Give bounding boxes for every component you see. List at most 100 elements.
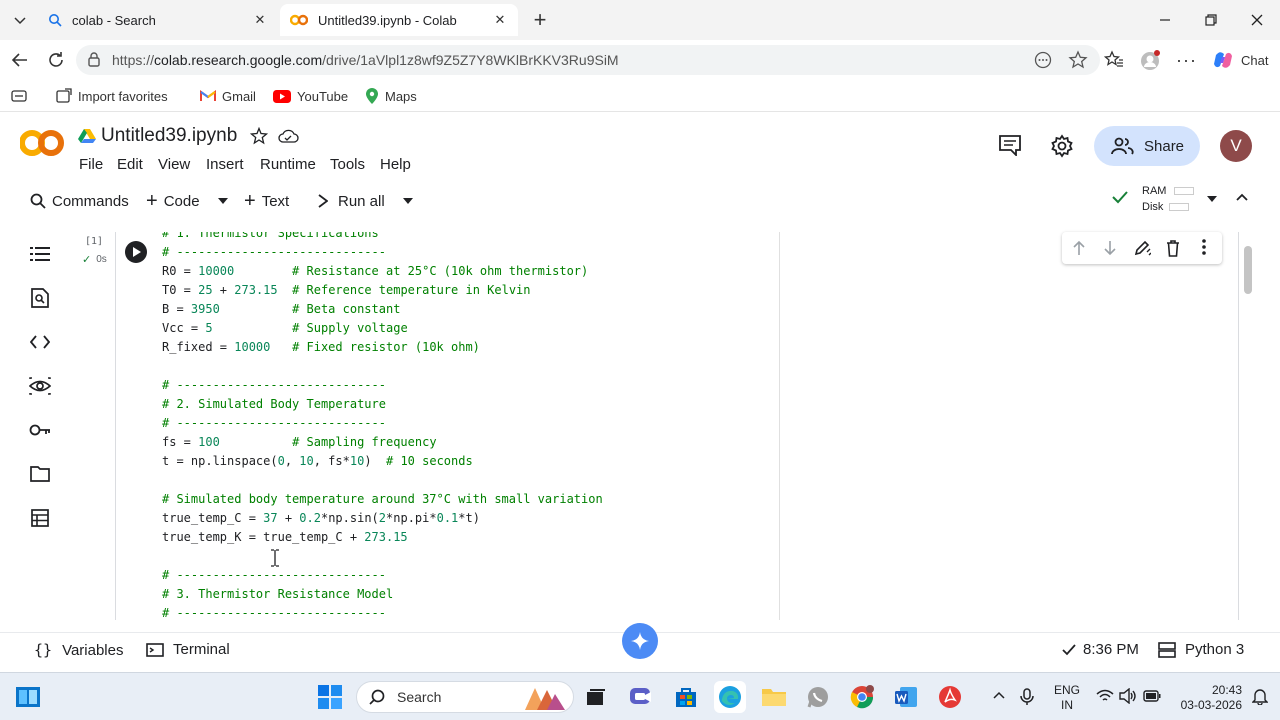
profile-avatar-icon[interactable] — [1140, 49, 1162, 71]
terminal-button[interactable]: Terminal — [146, 641, 230, 658]
last-run-status[interactable]: 8:36 PM — [1062, 641, 1139, 658]
run-all-button[interactable]: Run all — [318, 190, 413, 212]
code-line[interactable]: # 3. Thermistor Resistance Model — [162, 585, 603, 604]
gemini-sparkle-icon[interactable] — [622, 623, 658, 659]
code-cell[interactable]: # 1. Thermistor Specifications # --------… — [115, 232, 1239, 620]
kernel-selector[interactable]: Python 3 — [1158, 641, 1244, 658]
files-folder-icon[interactable] — [26, 460, 54, 488]
close-tab-icon[interactable]: ✕ — [252, 12, 268, 28]
secrets-key-icon[interactable] — [26, 416, 54, 444]
settings-gear-icon[interactable] — [1050, 134, 1074, 158]
chrome-icon[interactable] — [846, 681, 878, 713]
code-snippets-icon[interactable] — [26, 328, 54, 356]
microsoft-store-icon[interactable] — [670, 681, 702, 713]
widgets-icon[interactable] — [12, 681, 44, 713]
code-line[interactable]: # 2. Simulated Body Temperature — [162, 395, 603, 414]
menu-insert[interactable]: Insert — [206, 156, 244, 173]
new-tab-plus-icon[interactable]: + — [528, 7, 552, 32]
chevron-down-icon[interactable] — [402, 198, 413, 204]
code-line[interactable]: T0 = 25 + 273.15 # Reference temperature… — [162, 281, 603, 300]
delete-cell-trash-icon[interactable] — [1166, 239, 1180, 257]
site-info-icon[interactable] — [86, 52, 102, 68]
code-line[interactable]: R_fixed = 10000 # Fixed resistor (10k oh… — [162, 338, 603, 357]
code-line[interactable]: # 1. Thermistor Specifications — [162, 232, 603, 243]
back-arrow-icon[interactable] — [10, 50, 30, 70]
menu-edit[interactable]: Edit — [117, 156, 143, 173]
code-line[interactable]: # ----------------------------- — [162, 376, 603, 395]
variables-button[interactable]: {} Variables — [34, 641, 123, 659]
close-tab-icon[interactable]: ✕ — [492, 12, 508, 28]
menu-view[interactable]: View — [158, 156, 190, 173]
find-replace-icon[interactable] — [26, 284, 54, 312]
code-line[interactable]: Vcc = 5 # Supply voltage — [162, 319, 603, 338]
code-editor[interactable]: # 1. Thermistor Specifications # --------… — [162, 232, 603, 620]
system-tray-chevron-icon[interactable] — [993, 691, 1005, 699]
share-button[interactable]: Share — [1094, 126, 1200, 166]
menu-file[interactable]: File — [79, 156, 103, 173]
menu-tools[interactable]: Tools — [330, 156, 365, 173]
microphone-icon[interactable] — [1020, 688, 1034, 706]
input-language-indicator[interactable]: ENG IN — [1054, 683, 1080, 713]
code-line[interactable]: t = np.linspace(0, 10, fs*10) # 10 secon… — [162, 452, 603, 471]
edge-browser-icon[interactable] — [714, 681, 746, 713]
code-line[interactable]: # ----------------------------- — [162, 243, 603, 262]
collapse-header-chevron-icon[interactable] — [1236, 193, 1248, 201]
file-explorer-icon[interactable] — [758, 681, 790, 713]
tab-colab-search[interactable]: colab - Search ✕ — [38, 4, 278, 36]
restore-icon[interactable] — [1188, 0, 1234, 40]
sidebar-toggle-icon[interactable] — [11, 89, 27, 103]
address-bar[interactable]: https://colab.research.google.com/drive/… — [76, 45, 1100, 75]
code-line[interactable] — [162, 471, 603, 490]
acrobat-pdf-icon[interactable] — [934, 681, 966, 713]
resources-indicator[interactable]: RAM Disk — [1142, 183, 1195, 215]
favorite-maps[interactable]: Maps — [365, 86, 417, 106]
wifi-icon[interactable] — [1096, 689, 1114, 703]
menu-runtime[interactable]: Runtime — [260, 156, 316, 173]
close-window-icon[interactable] — [1234, 0, 1280, 40]
word-icon[interactable] — [890, 681, 922, 713]
star-icon[interactable] — [250, 127, 268, 145]
notifications-bell-icon[interactable] — [1252, 687, 1268, 705]
more-vert-icon[interactable] — [1202, 239, 1206, 255]
favorites-list-icon[interactable] — [1104, 50, 1124, 70]
scrollbar-thumb[interactable] — [1244, 246, 1252, 294]
minimize-icon[interactable] — [1142, 0, 1188, 40]
favorite-youtube[interactable]: YouTube — [273, 86, 348, 106]
move-cell-up-icon[interactable] — [1072, 240, 1086, 256]
taskbar-search-box[interactable]: Search — [356, 681, 574, 713]
favorite-gmail[interactable]: Gmail — [200, 86, 256, 106]
windows-start-icon[interactable] — [314, 681, 346, 713]
code-line[interactable]: true_temp_C = 37 + 0.2*np.sin(2*np.pi*0.… — [162, 509, 603, 528]
system-clock[interactable]: 20:43 03-03-2026 — [1172, 683, 1242, 713]
table-of-contents-icon[interactable] — [26, 240, 54, 268]
code-line[interactable]: # Simulated body temperature around 37°C… — [162, 490, 603, 509]
code-line[interactable]: # ----------------------------- — [162, 414, 603, 433]
add-code-button[interactable]: + Code — [146, 190, 228, 212]
more-options-icon[interactable]: ··· — [1176, 50, 1197, 71]
favorite-import[interactable]: Import favorites — [56, 86, 168, 106]
comments-icon[interactable] — [998, 134, 1022, 156]
code-line[interactable] — [162, 547, 603, 566]
commands-button[interactable]: Commands — [30, 190, 129, 212]
read-aloud-icon[interactable] — [1034, 51, 1052, 69]
code-line[interactable] — [162, 357, 603, 376]
chevron-down-icon[interactable] — [217, 198, 228, 204]
task-view-icon[interactable] — [580, 681, 612, 713]
code-line[interactable]: R0 = 10000 # Resistance at 25°C (10k ohm… — [162, 262, 603, 281]
edit-cell-icon[interactable] — [1133, 239, 1151, 257]
volume-icon[interactable] — [1119, 688, 1137, 704]
notebook-title[interactable]: Untitled39.ipynb — [101, 125, 237, 147]
battery-icon[interactable] — [1143, 690, 1161, 702]
tab-colab-notebook[interactable]: Untitled39.ipynb - Colab ✕ — [280, 4, 518, 36]
whatsapp-icon[interactable] — [802, 681, 834, 713]
move-cell-down-icon[interactable] — [1103, 240, 1117, 256]
code-line[interactable]: true_temp_K = true_temp_C + 273.15 — [162, 528, 603, 547]
chevron-down-icon[interactable] — [1207, 196, 1217, 202]
code-line[interactable]: # ----------------------------- — [162, 604, 603, 620]
refresh-icon[interactable] — [46, 50, 66, 70]
code-line[interactable]: # ----------------------------- — [162, 566, 603, 585]
colab-logo-icon[interactable] — [20, 128, 64, 158]
tab-actions-chevron-icon[interactable] — [8, 8, 32, 32]
add-text-button[interactable]: + Text — [244, 190, 289, 212]
account-avatar[interactable]: V — [1220, 130, 1252, 162]
